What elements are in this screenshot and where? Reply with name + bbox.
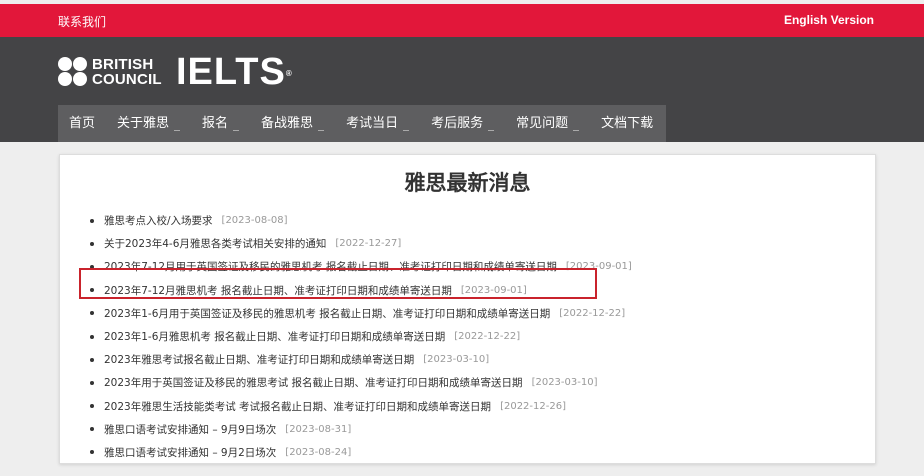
list-item: 关于2023年4-6月雅思各类考试相关安排的通知 [2022-12-27] xyxy=(90,232,632,255)
dropdown-caret-icon xyxy=(174,130,181,131)
bullet-icon xyxy=(90,218,94,223)
dropdown-caret-icon xyxy=(403,130,410,131)
contact-us-link[interactable]: 联系我们 xyxy=(58,13,106,30)
news-link[interactable]: 2023年雅思考试报名截止日期、准考证打印日期和成绩单寄送日期 xyxy=(104,352,414,367)
list-item: 雅思口语考试安排通知 – 9月2日场次 [2023-08-24] xyxy=(90,441,632,464)
list-item: 2023年1-6月用于英国签证及移民的雅思机考 报名截止日期、准考证打印日期和成… xyxy=(90,302,632,325)
nav-item-label: 考试当日 xyxy=(346,116,399,131)
news-link[interactable]: 关于2023年4-6月雅思各类考试相关安排的通知 xyxy=(104,236,326,251)
news-date: [2023-08-31] xyxy=(285,423,352,435)
bullet-icon xyxy=(90,404,94,409)
news-link[interactable]: 2023年雅思生活技能类考试 考试报名截止日期、准考证打印日期和成绩单寄送日期 xyxy=(104,399,491,414)
news-panel: 雅思最新消息 雅思考点入校/入场要求 [2023-08-08] 关于2023年4-6… xyxy=(59,154,876,464)
news-date: [2023-03-10] xyxy=(531,377,598,389)
bullet-icon xyxy=(90,264,94,269)
news-date: [2022-12-22] xyxy=(454,331,521,343)
list-item: 雅思口语考试安排通知 – 9月9日场次 [2023-08-31] xyxy=(90,418,632,441)
nav-item-label: 常见问题 xyxy=(516,116,569,131)
bullet-icon xyxy=(90,311,94,316)
bullet-icon xyxy=(90,380,94,385)
english-version-link[interactable]: English Version xyxy=(784,13,874,27)
dropdown-caret-icon xyxy=(233,130,240,131)
nav-item-label: 首页 xyxy=(69,116,96,131)
news-date: [2023-08-08] xyxy=(221,215,288,227)
list-item: 2023年雅思生活技能类考试 考试报名截止日期、准考证打印日期和成绩单寄送日期 [… xyxy=(90,395,632,418)
news-date: [2022-12-22] xyxy=(559,307,626,319)
nav-item-label: 文档下载 xyxy=(601,116,654,131)
bullet-icon xyxy=(90,334,94,339)
nav-item-1[interactable]: 关于雅思 xyxy=(106,105,191,142)
dropdown-caret-icon xyxy=(573,130,580,131)
bullet-icon xyxy=(90,241,94,246)
news-date: [2023-08-24] xyxy=(285,446,352,458)
news-date: [2023-03-10] xyxy=(423,354,490,366)
news-link[interactable]: 2023年7-12月用于英国签证及移民的雅思机考 报名截止日期、准考证打印日期和… xyxy=(104,259,557,274)
bullet-icon xyxy=(90,288,94,293)
news-link[interactable]: 2023年7-12月雅思机考 报名截止日期、准考证打印日期和成绩单寄送日期 xyxy=(104,283,452,298)
main-navigation: 首页 关于雅思 报名 备战雅思 考试当日 考后服务 常见问题 文档下载 xyxy=(58,105,666,142)
british-council-logo-icon xyxy=(58,57,88,87)
news-link[interactable]: 2023年1-6月用于英国签证及移民的雅思机考 报名截止日期、准考证打印日期和成… xyxy=(104,306,550,321)
nav-item-5[interactable]: 考后服务 xyxy=(420,105,505,142)
news-link[interactable]: 雅思口语考试安排通知 – 9月2日场次 xyxy=(104,445,276,460)
news-date: [2022-12-27] xyxy=(335,238,402,250)
news-date: [2023-09-01] xyxy=(565,261,632,273)
list-item: 2023年用于英国签证及移民的雅思考试 报名截止日期、准考证打印日期和成绩单寄送… xyxy=(90,371,632,394)
nav-item-label: 报名 xyxy=(202,116,229,131)
nav-item-3[interactable]: 备战雅思 xyxy=(250,105,335,142)
bullet-icon xyxy=(90,427,94,432)
news-link[interactable]: 雅思考点入校/入场要求 xyxy=(104,213,213,228)
list-item: 雅思考点入校/入场要求 [2023-08-08] xyxy=(90,209,632,232)
top-utility-bar: 联系我们 English Version xyxy=(0,4,924,37)
british-council-wordmark: BRITISH COUNCIL xyxy=(92,56,162,88)
news-date: [2022-12-26] xyxy=(500,400,566,412)
list-item: 2023年7-12月雅思机考 报名截止日期、准考证打印日期和成绩单寄送日期 [20… xyxy=(90,279,632,302)
list-item: 2023年7-12月用于英国签证及移民的雅思机考 报名截止日期、准考证打印日期和… xyxy=(90,255,632,278)
dropdown-caret-icon xyxy=(488,130,495,131)
list-item: 2023年1-6月雅思机考 报名截止日期、准考证打印日期和成绩单寄送日期 [202… xyxy=(90,325,632,348)
news-list: 雅思考点入校/入场要求 [2023-08-08] 关于2023年4-6月雅思各类考试… xyxy=(90,209,632,464)
nav-item-label: 考后服务 xyxy=(431,116,484,131)
nav-item-label: 备战雅思 xyxy=(261,116,314,131)
bullet-icon xyxy=(90,357,94,362)
news-date: [2023-09-01] xyxy=(460,284,527,296)
page-title: 雅思最新消息 xyxy=(404,171,531,195)
list-item: 2023年雅思考试报名截止日期、准考证打印日期和成绩单寄送日期 [2023-03-… xyxy=(90,348,632,371)
bullet-icon xyxy=(90,450,94,455)
ielts-wordmark: IELTS® xyxy=(176,51,293,93)
nav-item-0[interactable]: 首页 xyxy=(58,105,106,142)
dropdown-caret-icon xyxy=(318,130,325,131)
news-link[interactable]: 2023年1-6月雅思机考 报名截止日期、准考证打印日期和成绩单寄送日期 xyxy=(104,329,445,344)
nav-item-label: 关于雅思 xyxy=(117,116,170,131)
nav-item-4[interactable]: 考试当日 xyxy=(335,105,420,142)
nav-item-6[interactable]: 常见问题 xyxy=(505,105,590,142)
news-link[interactable]: 雅思口语考试安排通知 – 9月9日场次 xyxy=(104,422,276,437)
nav-item-7[interactable]: 文档下载 xyxy=(590,105,664,142)
news-link[interactable]: 2023年用于英国签证及移民的雅思考试 报名截止日期、准考证打印日期和成绩单寄送… xyxy=(104,375,523,390)
nav-item-2[interactable]: 报名 xyxy=(191,105,250,142)
